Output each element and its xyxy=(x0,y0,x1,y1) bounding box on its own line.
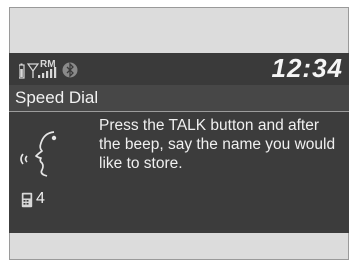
speed-dial-instruction: Press the TALK button and after the beep… xyxy=(99,117,336,172)
content-area: Press the TALK button and after the beep… xyxy=(9,112,349,233)
battery-icon xyxy=(19,63,25,79)
clock: 12:34 xyxy=(271,53,343,83)
audio-display-screen: RM 12:34 Speed Dial Press the TALK butto… xyxy=(9,53,349,233)
screen-title: Speed Dial xyxy=(15,88,99,107)
voice-talk-icon xyxy=(20,131,57,177)
bluetooth-icon xyxy=(62,62,78,78)
phone-entry-count: 4 xyxy=(36,190,45,207)
title-bar: Speed Dial xyxy=(9,85,349,112)
status-icons: RM xyxy=(19,59,78,79)
roaming-indicator: RM xyxy=(40,59,56,70)
status-bar: RM 12:34 xyxy=(9,53,349,85)
phone-icon xyxy=(21,192,33,208)
